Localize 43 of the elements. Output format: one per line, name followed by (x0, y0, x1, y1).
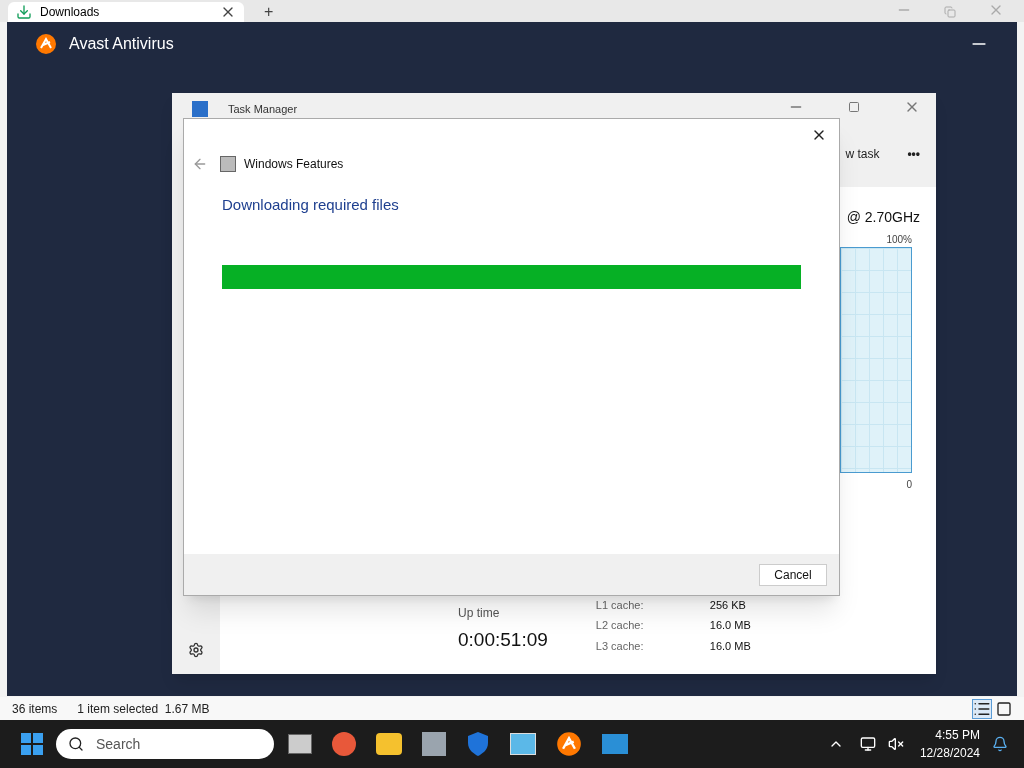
download-icon (16, 4, 32, 20)
shield-icon[interactable] (466, 731, 490, 757)
features-icon (220, 156, 236, 172)
cache-label: L3 cache: (595, 638, 645, 654)
item-count: 36 items (12, 700, 58, 718)
start-icon[interactable] (20, 732, 44, 756)
settings-icon[interactable] (188, 642, 204, 658)
search-icon (68, 736, 84, 752)
volume-muted-icon[interactable] (887, 736, 904, 752)
back-icon[interactable] (192, 156, 208, 172)
clock-date[interactable]: 12/28/2024 (919, 744, 980, 762)
avast-logo-icon (35, 33, 57, 55)
tiles-view-icon[interactable] (996, 700, 1012, 717)
search-placeholder: Search (96, 734, 141, 754)
cache-value: 256 KB (709, 597, 747, 613)
cache-value: 16.0 MB (709, 638, 751, 654)
search-field[interactable]: Search (56, 729, 274, 759)
window-title: Avast Antivirus (69, 34, 174, 54)
more-button[interactable]: ••• (907, 145, 920, 163)
uptime-label: Up time (458, 604, 501, 622)
toolbar-button[interactable]: w task (845, 145, 880, 163)
new-tab-button[interactable]: + (264, 4, 274, 20)
tab-title: Downloads (40, 4, 101, 21)
network-icon[interactable] (859, 736, 876, 752)
clock-time[interactable]: 4:55 PM (935, 726, 980, 744)
dialog-title: Windows Features (244, 156, 344, 173)
maximize-icon[interactable] (848, 101, 860, 113)
dialog-heading: Downloading required files (222, 196, 399, 213)
details-view-icon[interactable] (972, 698, 992, 719)
graph-min-label: 0 (906, 478, 912, 492)
graph-max-label: 100% (886, 233, 912, 247)
cache-value: 16.0 MB (709, 618, 751, 633)
notification-icon[interactable] (992, 736, 1008, 752)
cache-label: L2 cache: (595, 618, 645, 633)
selection-info: 1 item selected 1.67 MB (77, 700, 210, 718)
browser-tab[interactable]: Downloads (8, 2, 244, 22)
cancel-button[interactable]: Cancel (759, 563, 827, 586)
task-view-icon[interactable] (288, 734, 312, 754)
window-title: Task Manager (228, 101, 298, 117)
cpu-speed: @ 2.70GHz (846, 208, 920, 227)
uptime-value: 0:00:51:09 (458, 627, 548, 652)
avast-logo-icon[interactable] (556, 731, 582, 757)
cache-label: L1 cache: (595, 597, 645, 613)
